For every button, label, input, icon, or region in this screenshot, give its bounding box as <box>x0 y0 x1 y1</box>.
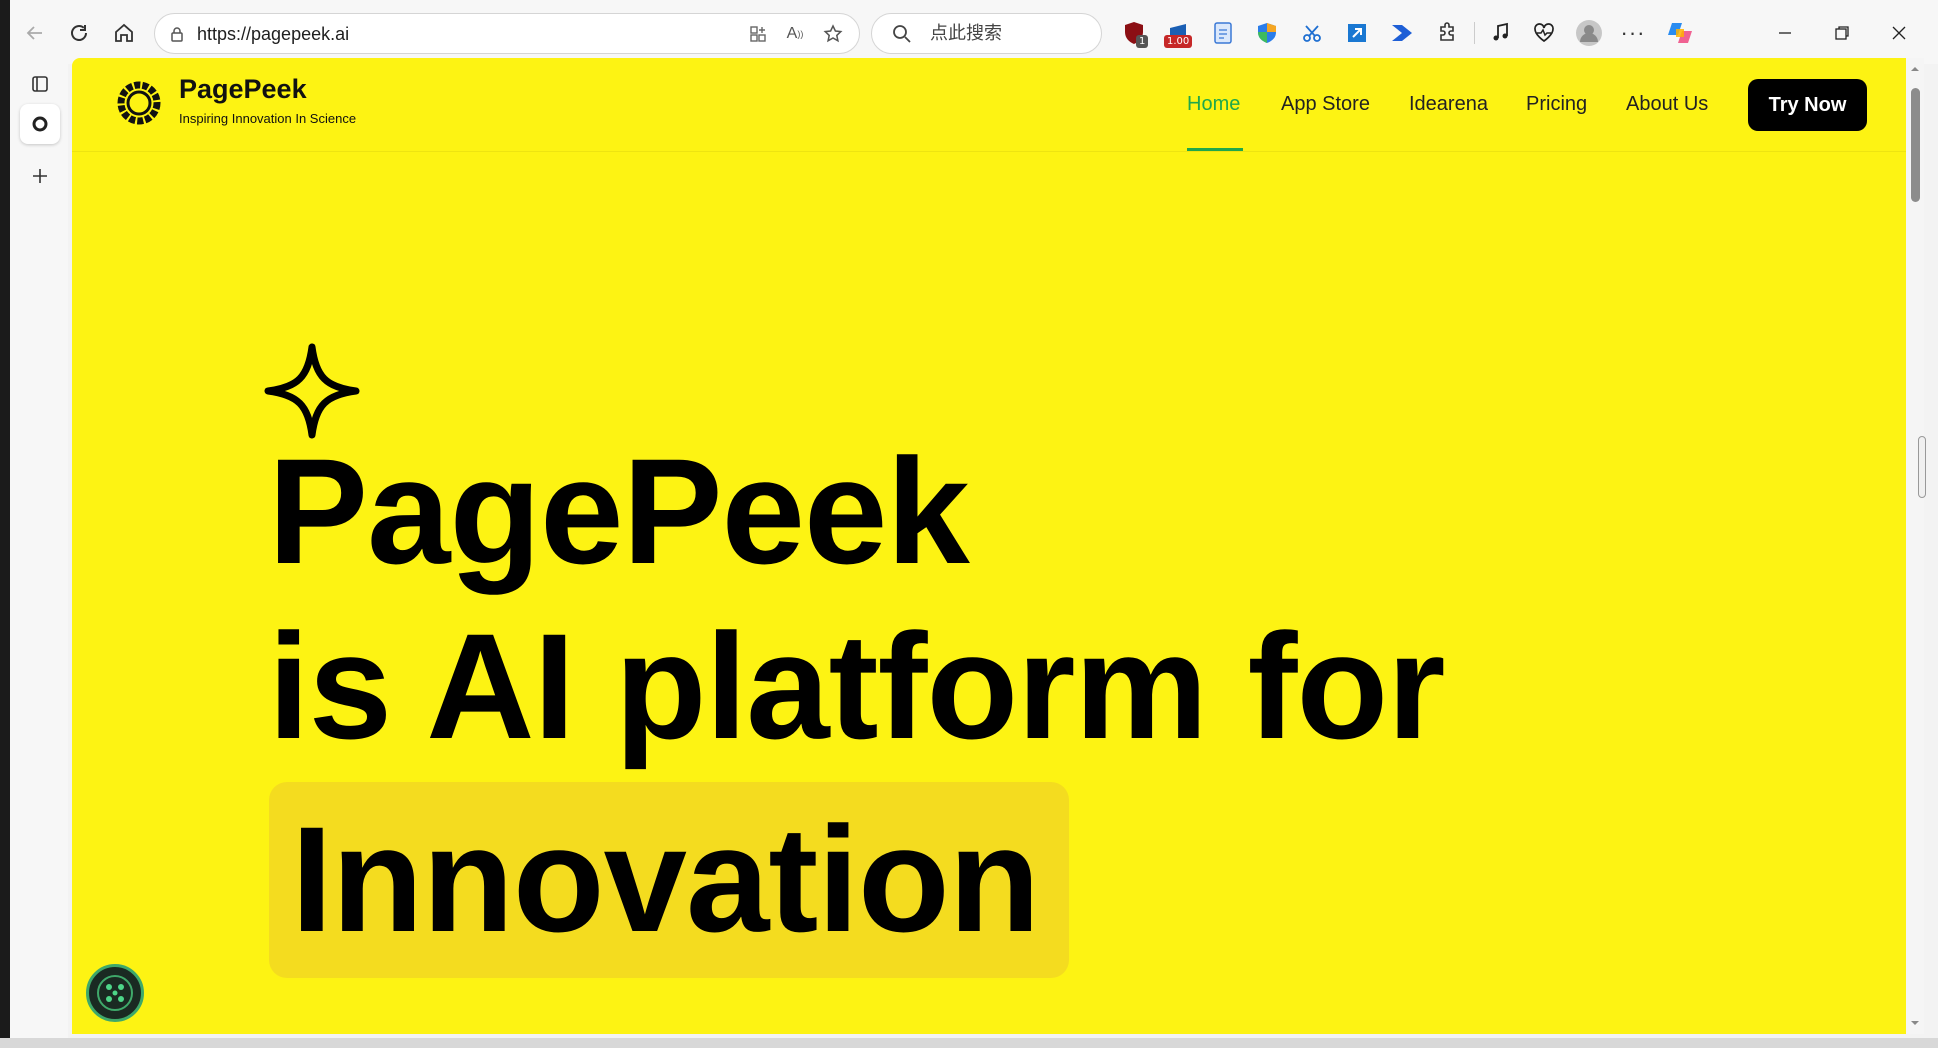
back-button[interactable] <box>18 16 52 50</box>
floating-assistant-button[interactable] <box>86 964 144 1022</box>
hero-title-line-3: Innovation <box>291 795 1040 963</box>
pagepeek-favicon-icon <box>32 116 48 132</box>
nav-idearena[interactable]: Idearena <box>1409 93 1488 116</box>
scissors-extension-icon[interactable] <box>1296 17 1328 49</box>
pagepeek-logo-icon[interactable] <box>114 78 164 128</box>
search-icon <box>892 24 912 49</box>
health-heart-icon[interactable] <box>1528 17 1560 49</box>
copilot-icon[interactable] <box>1664 17 1696 49</box>
document-extension-icon[interactable] <box>1207 17 1239 49</box>
read-aloud-icon[interactable]: A)) <box>779 18 811 50</box>
profile-avatar-icon[interactable] <box>1573 17 1605 49</box>
counter-badge: 1.00 <box>1164 35 1193 48</box>
nav-about-us[interactable]: About Us <box>1626 93 1708 116</box>
address-bar[interactable]: https://pagepeek.ai A)) <box>154 13 860 54</box>
nav-app-store[interactable]: App Store <box>1281 93 1370 116</box>
url-text[interactable]: https://pagepeek.ai <box>197 14 349 54</box>
scroll-down-icon <box>1911 1021 1919 1025</box>
home-button[interactable] <box>107 16 141 50</box>
hero-title-line-1: PagePeek <box>268 427 970 595</box>
new-tab-plus-icon[interactable] <box>20 156 60 196</box>
favorite-star-icon[interactable] <box>817 18 849 50</box>
minimize-icon[interactable] <box>1765 16 1805 50</box>
restore-icon[interactable] <box>1822 16 1862 50</box>
close-icon[interactable] <box>1879 16 1919 50</box>
try-now-button[interactable]: Try Now <box>1748 79 1867 131</box>
browser-sidebar <box>10 60 68 1040</box>
nav-active-indicator <box>1187 148 1243 151</box>
nav-pricing[interactable]: Pricing <box>1526 93 1587 116</box>
brand-name[interactable]: PagePeek <box>179 74 307 105</box>
back-arrow-icon <box>26 26 42 40</box>
puzzle-extensions-icon[interactable] <box>1432 17 1464 49</box>
scroll-up-icon <box>1911 67 1919 71</box>
window-edge <box>0 0 10 1048</box>
scrollbar-thumb[interactable] <box>1911 88 1920 202</box>
external-link-extension-icon[interactable] <box>1341 17 1373 49</box>
page-scrollbar[interactable] <box>1906 58 1924 1034</box>
search-box[interactable]: 点此搜索 <box>871 13 1102 54</box>
power-automate-extension-icon[interactable] <box>1386 17 1418 49</box>
search-placeholder: 点此搜索 <box>930 23 1002 44</box>
shield-badge: 1 <box>1136 35 1149 48</box>
nav-home[interactable]: Home <box>1187 93 1240 116</box>
colorful-shield-extension-icon[interactable] <box>1251 17 1283 49</box>
more-options-icon[interactable]: ··· <box>1617 17 1649 49</box>
shield-extension-icon[interactable]: 1 <box>1118 17 1150 49</box>
taskbar-strip <box>0 1038 1938 1048</box>
app-available-icon[interactable] <box>742 18 774 50</box>
home-icon <box>115 23 133 42</box>
sidebar-tab-pagepeek[interactable] <box>20 104 60 144</box>
hero-title-line-2: is AI platform for <box>268 602 1446 770</box>
site-header: PagePeek Inspiring Innovation In Science… <box>72 58 1906 152</box>
lock-icon[interactable] <box>161 18 193 50</box>
assistant-dots-icon <box>97 975 133 1011</box>
tab-actions-icon[interactable] <box>20 64 60 104</box>
page-viewport: PagePeek Inspiring Innovation In Science… <box>72 58 1906 1034</box>
music-extension-icon[interactable] <box>1484 17 1516 49</box>
side-panel-handle[interactable] <box>1918 436 1926 498</box>
reload-button[interactable] <box>62 16 96 50</box>
toolbar-divider <box>1474 22 1475 44</box>
counter-extension-icon[interactable]: 1.00 <box>1162 17 1194 49</box>
reload-icon <box>71 25 87 41</box>
brand-tagline: Inspiring Innovation In Science <box>179 111 357 126</box>
